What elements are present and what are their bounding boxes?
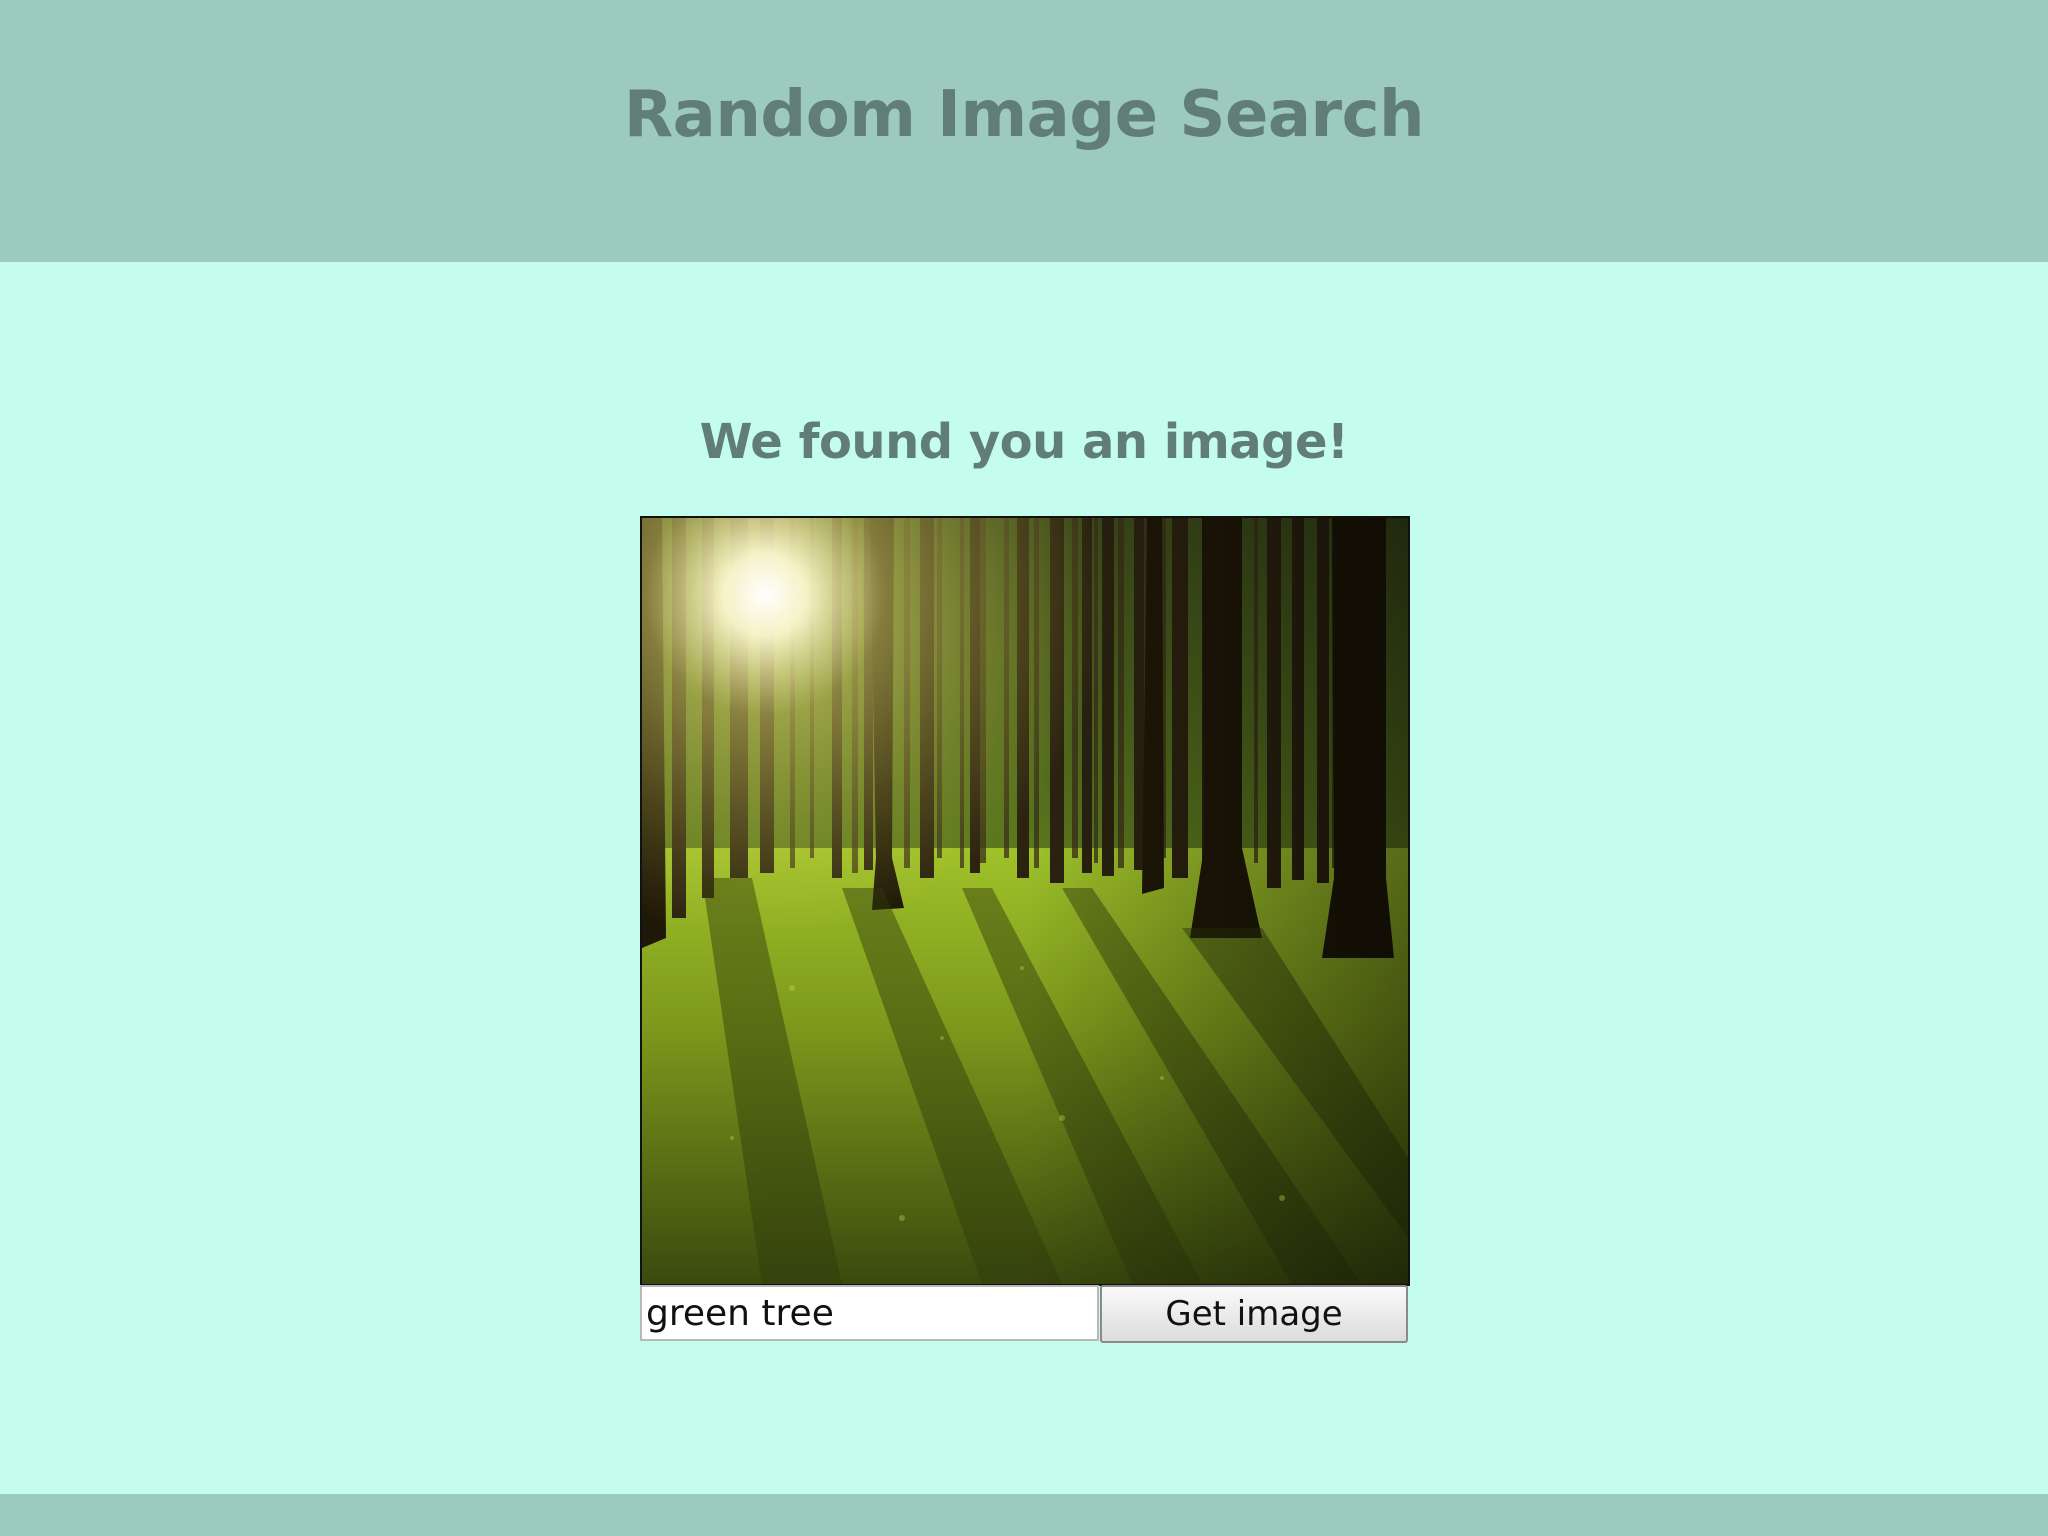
result-heading: We found you an image! bbox=[699, 414, 1349, 470]
forest-image bbox=[642, 518, 1408, 1284]
main-content: We found you an image! green tree Get im… bbox=[0, 262, 2048, 1494]
search-input[interactable] bbox=[640, 1285, 1099, 1341]
site-footer bbox=[0, 1494, 2048, 1536]
page-title: Random Image Search bbox=[623, 78, 1425, 152]
site-header: Random Image Search bbox=[0, 0, 2048, 262]
result-image bbox=[640, 516, 1410, 1286]
search-form: Get image bbox=[640, 1285, 1408, 1343]
get-image-button[interactable]: Get image bbox=[1100, 1285, 1408, 1343]
